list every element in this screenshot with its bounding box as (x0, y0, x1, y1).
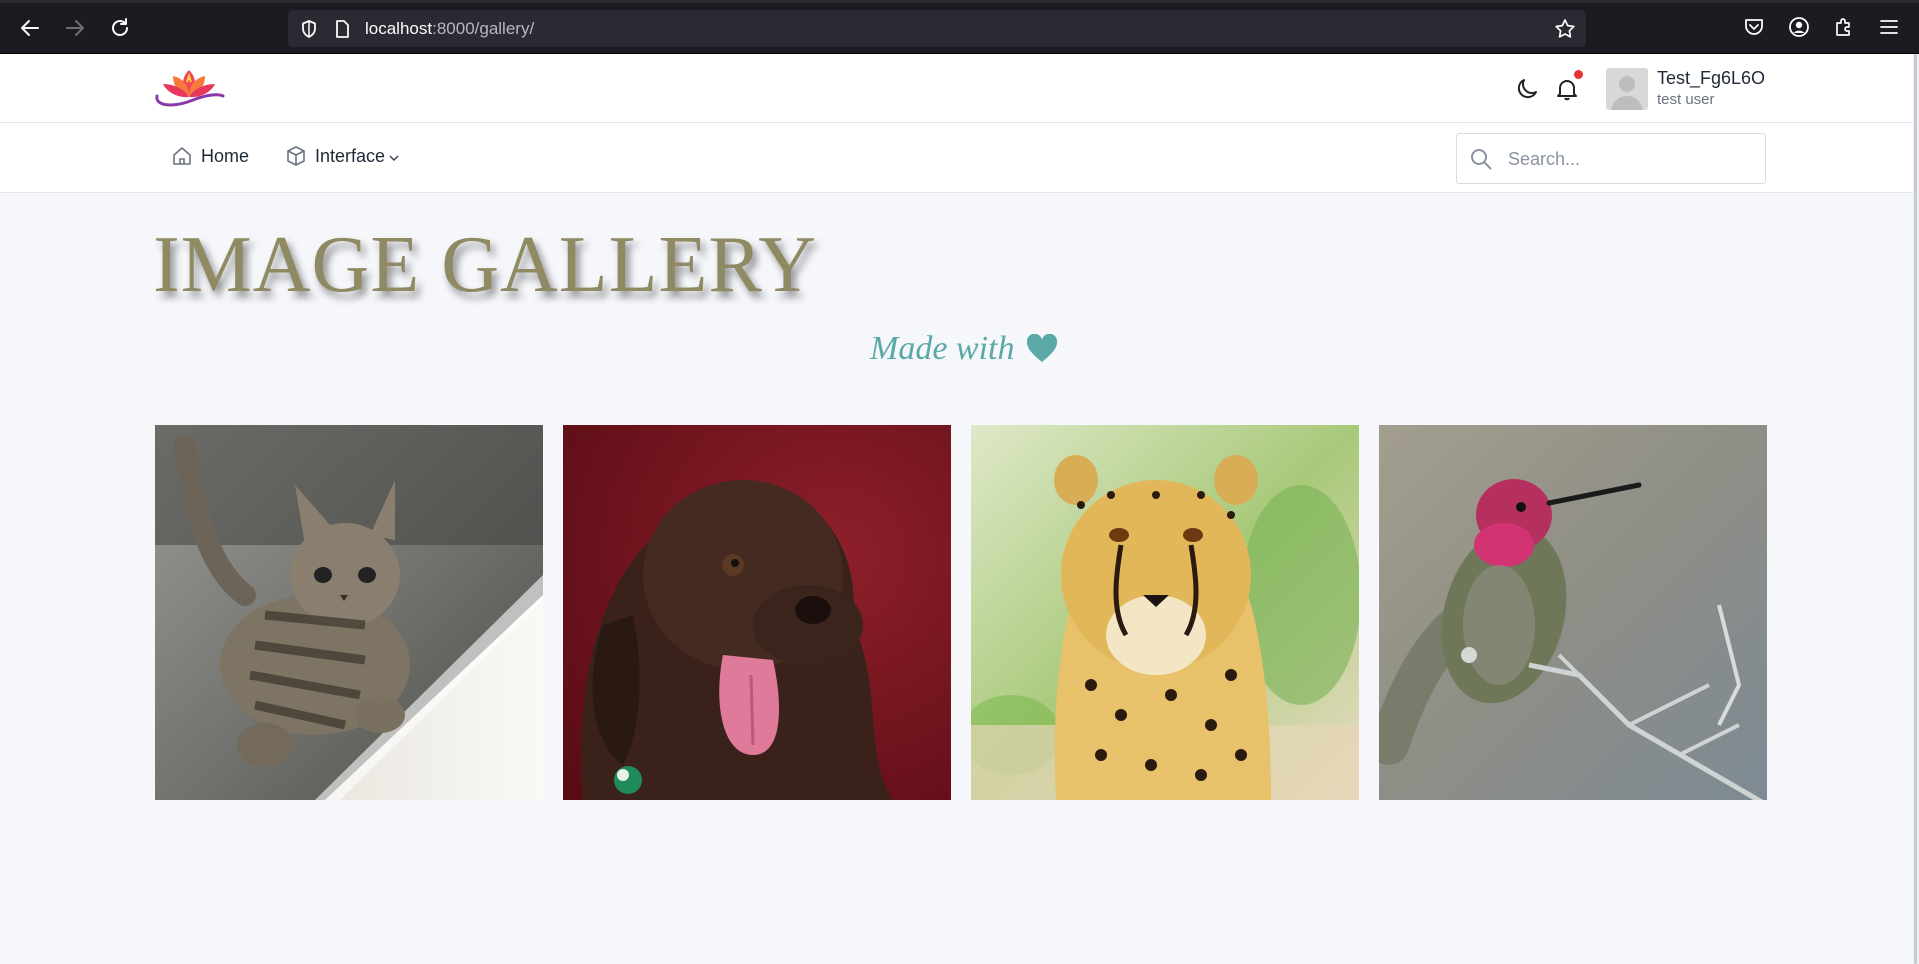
cube-icon (287, 146, 305, 166)
reload-button[interactable] (105, 13, 135, 43)
page-title: IMAGE GALLERY (153, 221, 818, 309)
browser-toolbar: localhost:8000/gallery/ (0, 0, 1919, 54)
avatar-placeholder-icon (1611, 76, 1643, 110)
shield-icon[interactable] (299, 19, 319, 39)
extensions-icon[interactable] (1832, 15, 1856, 39)
gallery-image-dog[interactable] (563, 425, 951, 800)
search-box[interactable] (1456, 133, 1766, 184)
back-arrow-icon (21, 20, 39, 36)
nav-item-home[interactable]: Home (171, 145, 249, 167)
scrollbar-thumb[interactable] (1914, 54, 1917, 964)
search-icon (1471, 149, 1492, 170)
home-icon (173, 147, 191, 165)
gallery-image-cheetah[interactable] (971, 425, 1359, 800)
nav-item-label: Interface (315, 145, 386, 166)
dog-photo (563, 425, 951, 800)
gallery-image-kitten[interactable] (155, 425, 543, 800)
dark-mode-icon[interactable] (1514, 76, 1540, 102)
pocket-icon[interactable] (1742, 15, 1766, 39)
nav-item-interface[interactable]: Interface (285, 145, 399, 167)
page-icon[interactable] (332, 19, 352, 39)
nav-item-label: Home (201, 145, 250, 166)
url-path: :8000/gallery/ (432, 19, 535, 38)
user-name[interactable]: Test_Fg6L6O (1657, 68, 1765, 89)
bookmark-star-icon[interactable] (1554, 18, 1576, 40)
heart-icon (1027, 334, 1058, 362)
tab-strip (0, 0, 1919, 3)
back-button[interactable] (15, 13, 45, 43)
chevron-down-icon (389, 154, 399, 161)
reload-icon (112, 18, 128, 36)
cheetah-photo (971, 425, 1359, 800)
account-icon[interactable] (1787, 15, 1811, 39)
url-host: localhost (365, 19, 433, 38)
user-role: test user (1657, 91, 1715, 108)
menu-icon[interactable] (1877, 15, 1901, 39)
search-input[interactable] (1506, 145, 1750, 173)
url-bar[interactable]: localhost:8000/gallery/ (288, 10, 1586, 47)
url-text[interactable]: localhost:8000/gallery/ (365, 19, 534, 39)
hummingbird-photo (1379, 425, 1767, 800)
forward-arrow-icon (66, 20, 84, 36)
kitten-photo (155, 425, 543, 800)
page-scrollbar[interactable] (1913, 54, 1919, 964)
lotus-logo[interactable] (153, 66, 225, 110)
page-subtitle: Made with (870, 330, 1058, 368)
avatar[interactable] (1606, 68, 1648, 110)
gallery-image-hummingbird[interactable] (1379, 425, 1767, 800)
bell-icon[interactable] (1554, 76, 1580, 102)
app-header: Test_Fg6L6O test user (0, 54, 1913, 123)
notification-dot (1574, 70, 1583, 79)
subtitle-text: Made with (870, 330, 1015, 367)
main-nav: Home Interface (0, 123, 1913, 193)
forward-button[interactable] (60, 13, 90, 43)
